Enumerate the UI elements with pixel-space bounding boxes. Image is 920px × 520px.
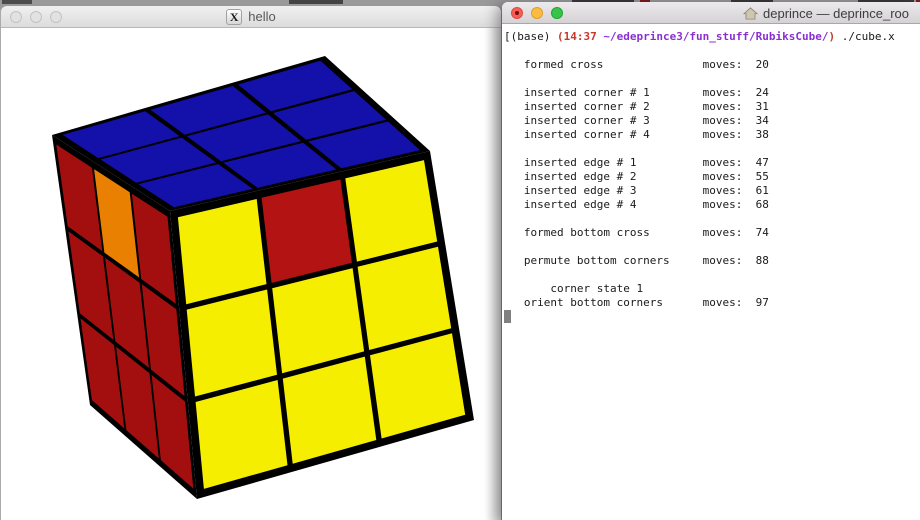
x11-logo-icon: X [226,9,242,25]
desktop-fragment [289,0,343,4]
desktop-fragment [2,0,32,4]
shell-prompt-line: [(base) (14:37 ~/edeprince3/fun_stuff/Ru… [504,30,920,44]
terminal-cursor [504,310,511,323]
hello-window-title: hello [248,9,275,24]
terminal-titlebar[interactable]: deprince — deprince_roo [502,2,920,24]
x11-hello-window: X hello [0,6,502,520]
terminal-window-title: deprince — deprince_roo [763,6,909,21]
zoom-button[interactable] [551,7,563,19]
home-folder-icon [743,6,758,21]
hello-title-group: X hello [226,9,275,25]
rubiks-cube-render [1,28,501,520]
close-button[interactable] [10,11,22,23]
prompt-command: ./cube.x [835,30,895,43]
terminal-window: deprince — deprince_roo [(base) (14:37 ~… [502,2,920,520]
minimize-button[interactable] [30,11,42,23]
terminal-cursor-row [504,310,920,324]
terminal-content[interactable]: [(base) (14:37 ~/edeprince3/fun_stuff/Ru… [502,24,920,520]
prompt-path: ~/edeprince3/fun_stuff/RubiksCube/ [603,30,828,43]
zoom-button[interactable] [50,11,62,23]
prompt-conda-env: [(base) [504,30,557,43]
terminal-traffic-lights [511,2,563,24]
terminal-title-group: deprince — deprince_roo [743,2,909,24]
minimize-button[interactable] [531,7,543,19]
opengl-viewport[interactable] [1,28,501,520]
close-button[interactable] [511,7,523,19]
hello-traffic-lights [10,6,62,28]
prompt-time: (14:37 [557,30,603,43]
terminal-output: formed cross moves: 20 inserted corner #… [504,44,920,310]
hello-titlebar[interactable]: X hello [1,6,501,28]
